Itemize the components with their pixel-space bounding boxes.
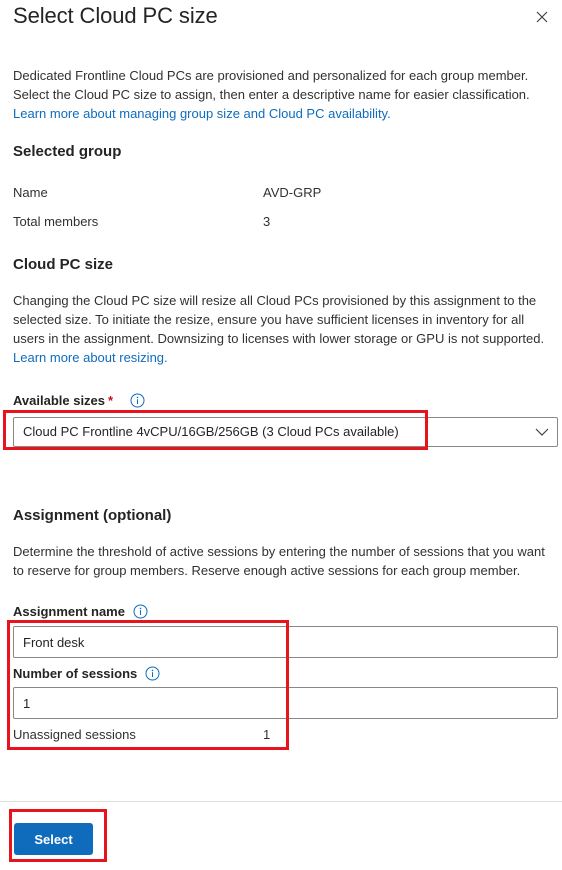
assignment-heading: Assignment (optional) — [13, 507, 172, 524]
available-sizes-dropdown[interactable]: Cloud PC Frontline 4vCPU/16GB/256GB (3 C… — [13, 417, 558, 447]
available-sizes-label: Available sizes * — [13, 393, 145, 408]
assignment-name-input[interactable]: Front desk — [13, 626, 558, 658]
close-button[interactable] — [532, 7, 552, 27]
group-name-value: AVD-GRP — [263, 185, 322, 200]
assignment-name-label: Assignment name — [13, 604, 148, 619]
available-sizes-selected-value: Cloud PC Frontline 4vCPU/16GB/256GB (3 C… — [23, 424, 399, 439]
number-of-sessions-value: 1 — [23, 696, 31, 711]
unassigned-sessions-label: Unassigned sessions — [13, 727, 136, 742]
chevron-down-icon — [535, 428, 549, 436]
panel-title: Select Cloud PC size — [13, 3, 218, 28]
assignment-description: Determine the threshold of active sessio… — [13, 544, 545, 578]
select-button[interactable]: Select — [14, 823, 93, 855]
number-of-sessions-label: Number of sessions — [13, 666, 160, 681]
info-icon[interactable] — [133, 604, 148, 619]
info-icon[interactable] — [145, 666, 160, 681]
info-icon[interactable] — [130, 393, 145, 408]
total-members-label: Total members — [13, 214, 99, 229]
resize-description: Changing the Cloud PC size will resize a… — [13, 293, 545, 346]
cloud-pc-size-heading: Cloud PC size — [13, 256, 114, 273]
assignment-name-label-text: Assignment name — [13, 604, 125, 619]
close-icon — [536, 11, 548, 23]
intro-description: Dedicated Frontline Cloud PCs are provis… — [13, 68, 530, 102]
footer-divider — [0, 801, 562, 802]
learn-more-group-size-link[interactable]: Learn more about managing group size and… — [13, 106, 391, 121]
available-sizes-label-text: Available sizes — [13, 393, 106, 408]
learn-more-resizing-link[interactable]: Learn more about resizing. — [13, 350, 168, 365]
selected-group-heading: Selected group — [13, 143, 122, 160]
assignment-name-value: Front desk — [23, 635, 85, 650]
unassigned-sessions-value: 1 — [263, 727, 271, 742]
intro-text: Dedicated Frontline Cloud PCs are provis… — [13, 66, 553, 123]
total-members-value: 3 — [263, 214, 271, 229]
cloud-pc-size-text: Changing the Cloud PC size will resize a… — [13, 291, 553, 367]
group-name-label: Name — [13, 185, 48, 200]
number-of-sessions-label-text: Number of sessions — [13, 666, 138, 681]
required-indicator: * — [108, 393, 114, 408]
number-of-sessions-input[interactable]: 1 — [13, 687, 558, 719]
